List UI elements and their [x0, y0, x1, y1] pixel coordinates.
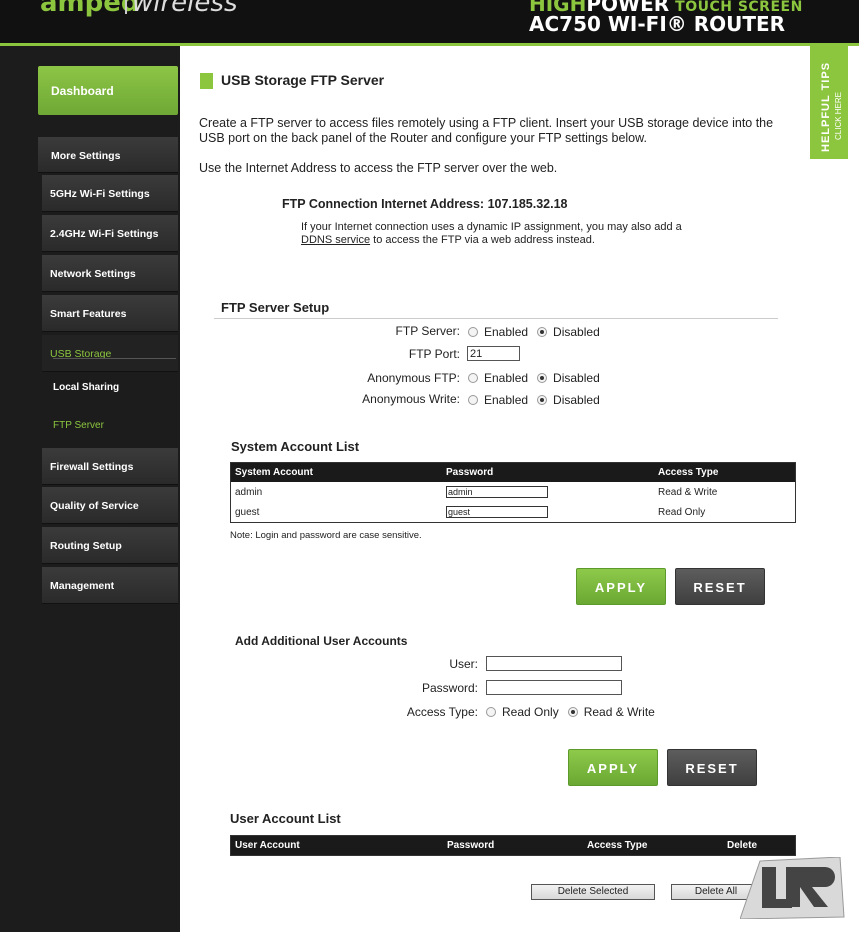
ftp-server-disabled-radio[interactable] — [537, 327, 548, 337]
col-delete: Delete — [727, 840, 758, 851]
sidebar-dashboard-button[interactable]: Dashboard — [38, 66, 178, 115]
col-system-account: System Account — [235, 467, 313, 478]
intro-text-2: Use the Internet Address to access the F… — [199, 161, 558, 175]
anon-write-radio-group: Enabled Disabled — [468, 393, 600, 407]
user-label: User: — [449, 657, 478, 671]
sidebar-item-24ghz[interactable]: 2.4GHz Wi-Fi Settings — [42, 215, 178, 252]
delete-selected-button[interactable]: Delete Selected — [531, 884, 655, 900]
add-user-apply-button[interactable]: APPLY — [568, 749, 658, 786]
ddns-note-post: to access the FTP via a web address inst… — [370, 234, 595, 246]
user-account-table: User Account Password Access Type Delete — [230, 835, 796, 856]
sidebar-subitem-ftp-server[interactable]: FTP Server — [53, 420, 104, 431]
sidebar-subitem-local-sharing[interactable]: Local Sharing — [53, 382, 119, 393]
title-marker — [200, 73, 213, 89]
anon-ftp-label: Anonymous FTP: — [367, 371, 460, 385]
sidebar-item-5ghz[interactable]: 5GHz Wi-Fi Settings — [42, 175, 178, 212]
header: amped wireless HIGHPOWER TOUCH SCREEN AC7… — [0, 0, 859, 43]
password-label: Password: — [421, 681, 478, 695]
user-account-table-header: User Account Password Access Type Delete — [231, 836, 795, 855]
ddns-note-pre: If your Internet connection uses a dynam… — [301, 221, 682, 233]
system-account-list-title: System Account List — [231, 439, 360, 454]
ftp-port-input[interactable] — [467, 346, 520, 361]
col-access-type: Access Type — [658, 467, 719, 478]
anon-ftp-disabled-radio[interactable] — [537, 373, 548, 383]
helpful-tips-panel: HELPFUL TIPS CLICK HERE — [810, 46, 859, 932]
access-read-write-label: Read & Write — [583, 705, 655, 719]
table-row-access: Read & Write — [658, 487, 718, 498]
anon-ftp-disabled-label: Disabled — [553, 371, 600, 385]
ftp-port-label: FTP Port: — [408, 347, 460, 361]
anon-write-disabled-radio[interactable] — [537, 395, 548, 405]
guest-password-input[interactable] — [446, 506, 548, 518]
helpful-tips-text: HELPFUL TIPS CLICK HERE — [812, 52, 846, 152]
helpful-tips-sub: CLICK HERE — [834, 91, 843, 140]
anon-ftp-radio-group: Enabled Disabled — [468, 371, 600, 385]
anon-ftp-enabled-label: Enabled — [484, 371, 529, 385]
anon-write-label: Anonymous Write: — [362, 392, 460, 406]
ftp-setup-title: FTP Server Setup — [221, 300, 330, 315]
col-password: Password — [446, 467, 494, 478]
table-row-access: Read Only — [658, 507, 706, 518]
helpful-tips-tab[interactable]: HELPFUL TIPS CLICK HERE — [810, 46, 848, 159]
ftp-setup-rule — [214, 318, 778, 319]
ftp-server-enabled-radio[interactable] — [468, 327, 478, 337]
page-title: USB Storage FTP Server — [221, 72, 385, 88]
ddns-note: If your Internet connection uses a dynam… — [301, 221, 721, 247]
anon-write-enabled-label: Enabled — [484, 393, 529, 407]
sidebar-item-network[interactable]: Network Settings — [42, 255, 178, 292]
sidebar-item-qos[interactable]: Quality of Service — [42, 487, 178, 524]
sidebar-item-routing[interactable]: Routing Setup — [42, 527, 178, 564]
anon-ftp-enabled-radio[interactable] — [468, 373, 478, 383]
sidebar-item-smart-features[interactable]: Smart Features — [42, 295, 178, 332]
access-type-label: Access Type: — [406, 705, 478, 719]
sidebar-item-firewall[interactable]: Firewall Settings — [42, 448, 178, 485]
password-input[interactable] — [486, 680, 622, 695]
intro-text: Create a FTP server to access files remo… — [199, 116, 774, 145]
sidebar-divider — [53, 358, 176, 359]
col-user-access-type: Access Type — [587, 840, 648, 851]
brand-wireless-logo: wireless — [132, 0, 238, 18]
apply-button[interactable]: APPLY — [576, 568, 666, 605]
user-account-list-title: User Account List — [230, 811, 341, 826]
access-read-write-radio[interactable] — [567, 707, 578, 717]
watermark-logo — [740, 857, 845, 919]
access-read-only-radio[interactable] — [486, 707, 496, 717]
access-read-only-label: Read Only — [502, 705, 559, 719]
ftp-server-disabled-label: Disabled — [553, 325, 600, 339]
table-row-account: guest — [235, 507, 260, 518]
product-model: AC750 WI-FI® ROUTER — [529, 12, 786, 36]
ftp-server-label: FTP Server: — [395, 324, 460, 338]
system-account-table: System Account Password Access Type admi… — [230, 462, 796, 523]
sidebar-item-management[interactable]: Management — [42, 567, 178, 604]
ftp-server-radio-group: Enabled Disabled — [468, 325, 600, 339]
add-user-title: Add Additional User Accounts — [235, 634, 408, 648]
ftp-server-enabled-label: Enabled — [484, 325, 529, 339]
col-user-account: User Account — [235, 840, 300, 851]
admin-password-input[interactable] — [446, 486, 548, 498]
access-type-radio-group: Read Only Read & Write — [486, 705, 655, 719]
helpful-tips-title: HELPFUL TIPS — [820, 61, 832, 152]
col-user-password: Password — [447, 840, 495, 851]
reset-button[interactable]: RESET — [675, 568, 765, 605]
ftp-connection-address: FTP Connection Internet Address: 107.185… — [282, 197, 568, 211]
system-account-table-header: System Account Password Access Type — [231, 463, 795, 482]
sidebar-item-usb-storage[interactable]: USB Storage — [42, 335, 178, 372]
case-sensitive-note: Note: Login and password are case sensit… — [230, 530, 422, 541]
user-input[interactable] — [486, 656, 622, 671]
anon-write-enabled-radio[interactable] — [468, 395, 478, 405]
sidebar-item-more-settings[interactable]: More Settings — [38, 137, 178, 173]
anon-write-disabled-label: Disabled — [553, 393, 600, 407]
brand-separator — [125, 0, 127, 14]
table-row-account: admin — [235, 487, 263, 498]
ddns-service-link[interactable]: DDNS service — [301, 234, 370, 246]
add-user-reset-button[interactable]: RESET — [667, 749, 757, 786]
